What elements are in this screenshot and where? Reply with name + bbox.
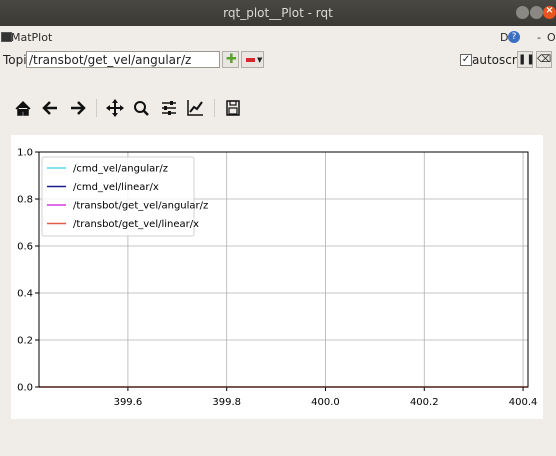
- plot-panel[interactable]: 399.6 399.8 400.0 400.2 400.4 0.0 0.2 0.4 0.6 0.8…: [11, 135, 543, 419]
- y-tick-label: 0.4: [17, 289, 33, 300]
- x-tick-label: 399.8: [212, 397, 241, 408]
- x-tick-label: 399.6: [114, 397, 143, 408]
- toolbar-separator: [96, 99, 97, 117]
- back-icon: [42, 101, 57, 115]
- back-button[interactable]: [40, 96, 62, 120]
- close-icon: ×: [545, 5, 554, 16]
- legend-label: /transbot/get_vel/angular/z: [73, 201, 208, 212]
- pan-icon: [106, 99, 124, 117]
- y-tick-label: 0.8: [17, 195, 33, 206]
- remove-topic-button[interactable]: ▼: [241, 51, 264, 68]
- topic-input[interactable]: [26, 51, 220, 68]
- toolbar-separator: [214, 99, 215, 117]
- save-button[interactable]: [222, 96, 244, 120]
- window-maximize-button[interactable]: [530, 6, 543, 19]
- legend-label: /transbot/get_vel/linear/x: [73, 219, 199, 230]
- autoscroll-checkbox[interactable]: ✓: [460, 54, 472, 66]
- x-tick-label: 400.4: [509, 397, 538, 408]
- forward-icon: [71, 101, 86, 115]
- minus-icon: [246, 58, 255, 62]
- x-tick-label: 400.0: [311, 397, 340, 408]
- plugin-title: MatPlot: [11, 31, 53, 44]
- plus-icon: ✚: [226, 52, 237, 67]
- y-tick-label: 0.0: [17, 383, 33, 394]
- home-button[interactable]: [12, 96, 34, 120]
- chevron-down-icon: ▼: [257, 56, 263, 64]
- edit-axis-icon: [187, 100, 203, 116]
- save-icon: [226, 100, 240, 116]
- x-tick-label: 400.2: [410, 397, 439, 408]
- plugin-minimize-button[interactable]: -: [537, 31, 541, 44]
- pause-button[interactable]: ❚❚: [517, 51, 535, 68]
- pause-icon: ❚❚: [518, 54, 535, 65]
- forward-button[interactable]: [66, 96, 88, 120]
- add-topic-button[interactable]: ✚: [222, 51, 239, 68]
- zoom-button[interactable]: [131, 96, 153, 120]
- clear-button[interactable]: ⌫: [536, 51, 552, 68]
- y-tick-label: 0.2: [17, 336, 33, 347]
- configure-subplots-icon: [162, 101, 176, 115]
- pan-button[interactable]: [104, 96, 126, 120]
- window-minimize-button[interactable]: [516, 6, 529, 19]
- legend-label: /cmd_vel/angular/z: [73, 164, 168, 175]
- topic-row: Topic ✚ ▼ ✓ autoscroll ❚❚ ⌫: [0, 50, 556, 72]
- edit-axis-button[interactable]: [184, 96, 206, 120]
- y-tick-label: 0.6: [17, 242, 33, 253]
- configure-subplots-button[interactable]: [158, 96, 180, 120]
- window-close-button[interactable]: ×: [543, 5, 556, 19]
- clear-icon: ⌫: [537, 54, 552, 65]
- plot-canvas[interactable]: 399.6 399.8 400.0 400.2 400.4 0.0 0.2 0.4 0.6 0.8…: [11, 135, 543, 419]
- legend-label: /cmd_vel/linear/x: [73, 182, 159, 193]
- home-icon: [15, 100, 31, 116]
- plot-toolbar: [0, 96, 556, 122]
- window-titlebar: rqt_plot__Plot - rqt ×: [0, 0, 556, 26]
- help-icon[interactable]: ?: [508, 31, 520, 43]
- zoom-icon: [134, 101, 149, 116]
- y-tick-label: 1.0: [17, 148, 33, 159]
- window-title: rqt_plot__Plot - rqt: [223, 6, 333, 20]
- plugin-close-button[interactable]: O: [547, 31, 556, 44]
- plugin-header: MatPlot D ? - O: [0, 30, 556, 46]
